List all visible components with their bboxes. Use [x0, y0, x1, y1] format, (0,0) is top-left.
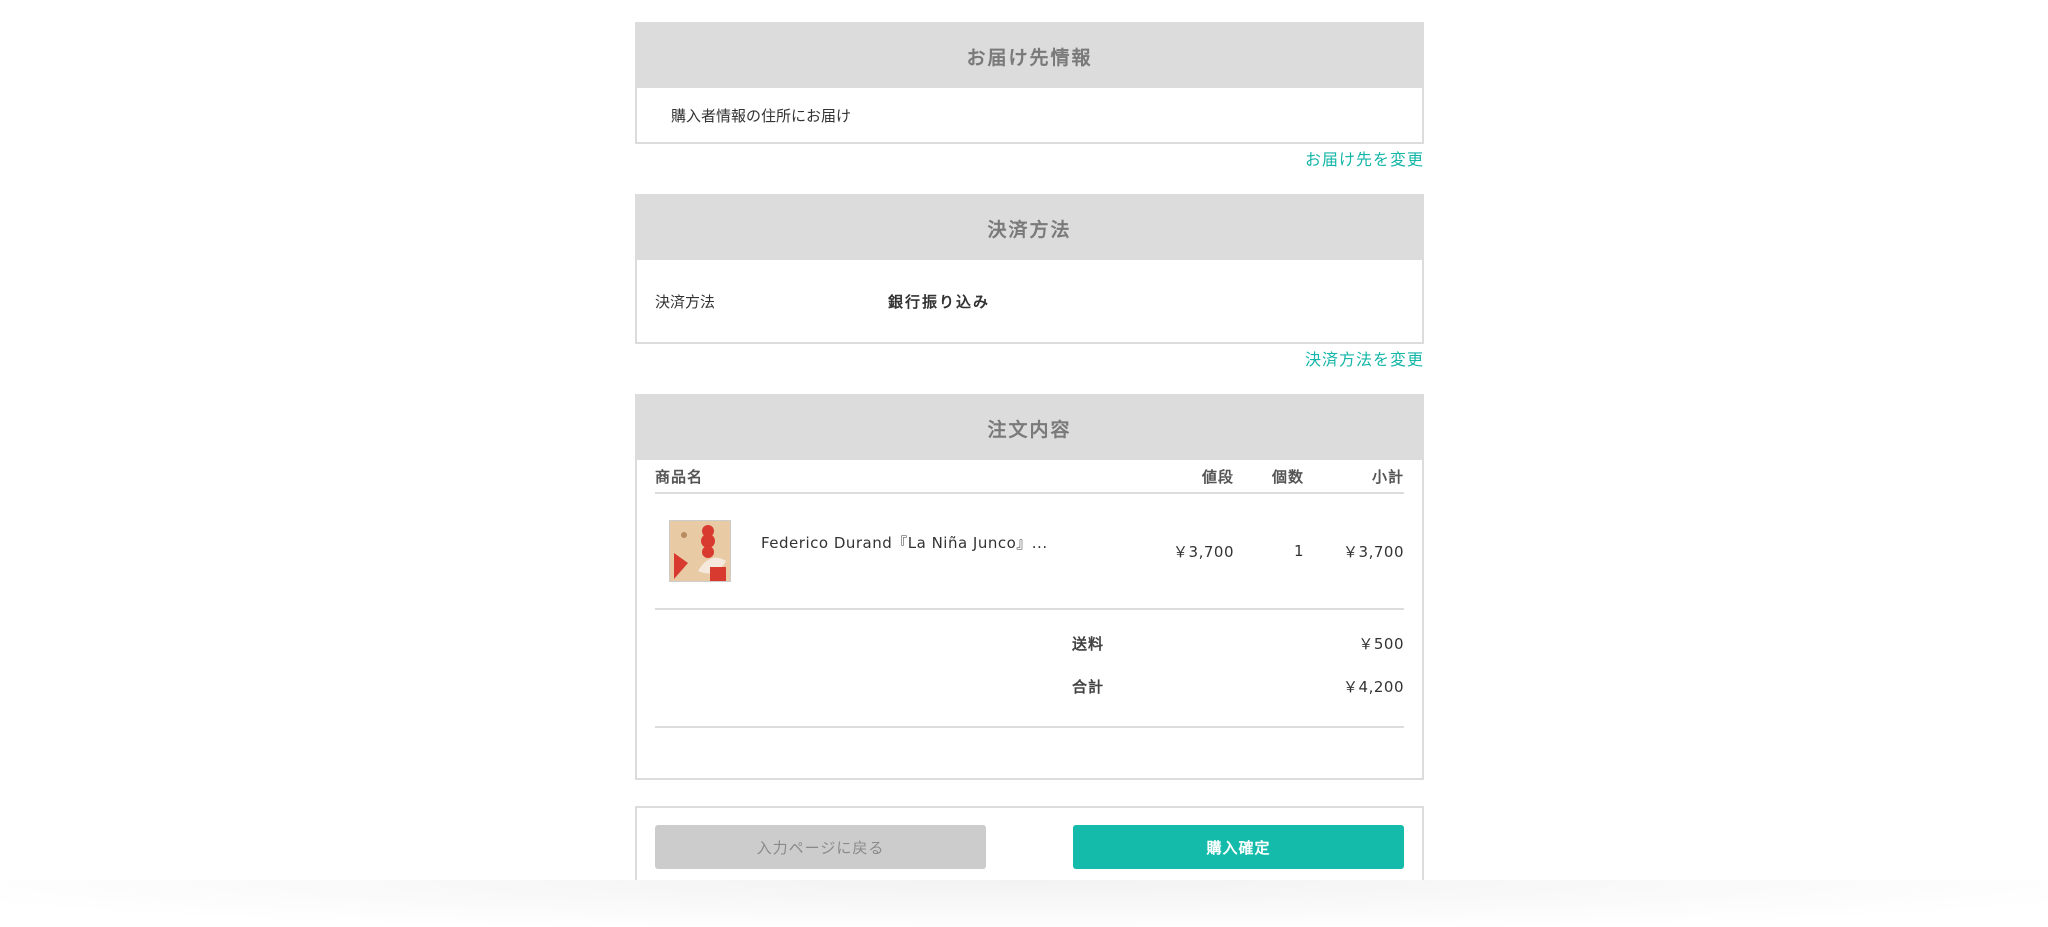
- delivery-info: 購入者情報の住所にお届け: [671, 106, 852, 125]
- shipping-line: 送料 ￥500: [655, 622, 1404, 665]
- change-payment-link[interactable]: 決済方法を変更: [635, 344, 1424, 376]
- payment-method-label: 決済方法: [655, 292, 716, 311]
- payment-row: 決済方法 銀行振り込み: [637, 260, 1422, 342]
- payment-card-title: 決済方法: [637, 196, 1422, 260]
- action-bar: 入力ページに戻る 購入確定: [635, 806, 1424, 888]
- total-line: 合計 ￥4,200: [655, 665, 1404, 708]
- order-card-title: 注文内容: [637, 396, 1422, 460]
- delivery-card: お届け先情報 購入者情報の住所にお届け: [635, 22, 1424, 144]
- column-header-subtotal: 小計: [1371, 467, 1404, 486]
- product-qty: 1: [1293, 542, 1304, 560]
- order-table: 商品名 値段 個数 小計 Federico Durand『La Niña Jun…: [655, 460, 1404, 778]
- change-delivery-link[interactable]: お届け先を変更: [635, 144, 1424, 176]
- back-to-input-button[interactable]: 入力ページに戻る: [655, 825, 986, 869]
- shipping-label: 送料: [1072, 635, 1105, 653]
- order-card: 注文内容 商品名 値段 個数 小計 Federico Durand『La Niñ…: [635, 394, 1424, 780]
- product-name: Federico Durand『La Niña Junco』...: [761, 533, 1048, 552]
- total-value: ￥4,200: [1343, 678, 1404, 696]
- delivery-card-title: お届け先情報: [637, 24, 1422, 88]
- table-row: Federico Durand『La Niña Junco』... ￥3,700…: [655, 494, 1404, 610]
- album-art-icon: [670, 521, 730, 581]
- column-header-price: 値段: [1201, 467, 1234, 486]
- checkout-column: お届け先情報 購入者情報の住所にお届け お届け先を変更 決済方法 決済方法 銀行…: [635, 22, 1424, 888]
- column-header-name: 商品名: [655, 467, 704, 486]
- product-price: ￥3,700: [1173, 542, 1234, 561]
- checkout-confirm-page: お届け先情報 購入者情報の住所にお届け お届け先を変更 決済方法 決済方法 銀行…: [0, 0, 2048, 927]
- confirm-purchase-button[interactable]: 購入確定: [1073, 825, 1404, 869]
- order-table-header: 商品名 値段 個数 小計: [655, 460, 1404, 494]
- album-cover-thumbnail: [669, 520, 731, 582]
- payment-method-value: 銀行振り込み: [888, 292, 991, 311]
- total-label: 合計: [1072, 678, 1105, 696]
- shipping-value: ￥500: [1358, 635, 1404, 653]
- column-header-qty: 個数: [1271, 467, 1304, 486]
- footer-shadow: [0, 880, 2048, 927]
- order-totals: 送料 ￥500 合計 ￥4,200: [655, 610, 1404, 728]
- product-subtotal: ￥3,700: [1343, 542, 1404, 561]
- payment-card: 決済方法 決済方法 銀行振り込み: [635, 194, 1424, 344]
